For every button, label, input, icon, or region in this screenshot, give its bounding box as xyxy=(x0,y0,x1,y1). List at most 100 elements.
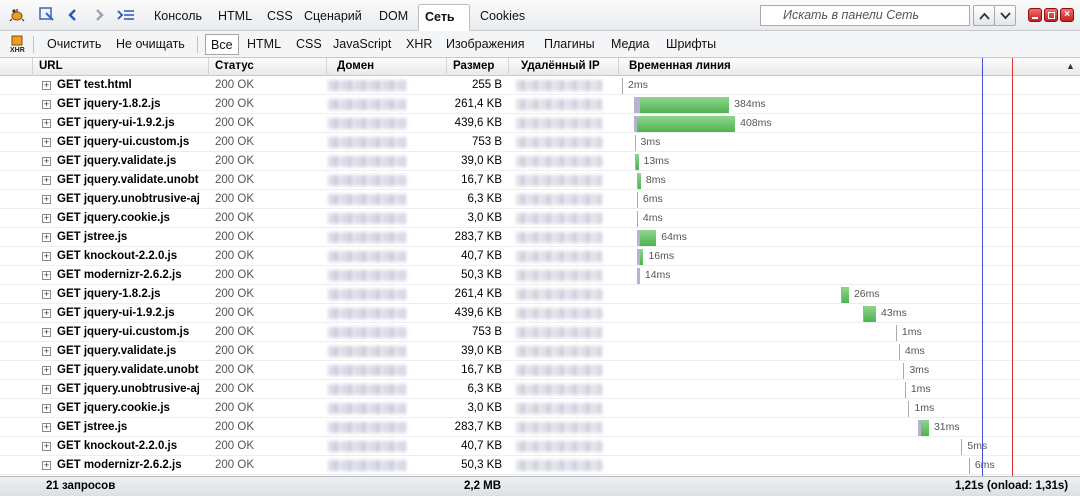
expand-icon[interactable]: + xyxy=(42,328,51,337)
request-url[interactable]: GET jquery.validate.unobtrusive.js xyxy=(57,171,199,190)
expand-icon[interactable]: + xyxy=(42,233,51,242)
expand-icon[interactable]: + xyxy=(42,347,51,356)
request-url[interactable]: GET jquery.cookie.js xyxy=(57,399,199,418)
request-url[interactable]: GET jquery-ui.custom.js xyxy=(57,323,199,342)
request-row[interactable]: + GET jquery-1.8.2.js 200 OK 261,4 KB 26ms xyxy=(0,285,1080,304)
request-row[interactable]: + GET modernizr-2.6.2.js 200 OK 50,3 KB 14ms xyxy=(0,266,1080,285)
request-row[interactable]: + GET jstree.js 200 OK 283,7 KB 31ms xyxy=(0,418,1080,437)
request-row[interactable]: + GET test.html 200 OK 255 B 2ms xyxy=(0,76,1080,95)
search-prev-button[interactable] xyxy=(973,5,995,26)
persist-button[interactable]: Не очищать xyxy=(111,34,190,55)
detach-icon[interactable] xyxy=(1044,8,1058,22)
request-url[interactable]: GET jquery-ui-1.9.2.js xyxy=(57,114,199,133)
request-url[interactable]: GET modernizr-2.6.2.js xyxy=(57,266,199,285)
column-domain[interactable]: Домен xyxy=(326,58,446,76)
expand-icon[interactable]: + xyxy=(42,385,51,394)
expand-icon[interactable]: + xyxy=(42,157,51,166)
request-url[interactable]: GET knockout-2.2.0.js xyxy=(57,247,199,266)
expand-icon[interactable]: + xyxy=(42,100,51,109)
back-arrow-icon[interactable] xyxy=(64,6,82,24)
expand-icon[interactable]: + xyxy=(42,423,51,432)
request-url[interactable]: GET jquery-1.8.2.js xyxy=(57,285,199,304)
request-url[interactable]: GET jquery-ui-1.9.2.js xyxy=(57,304,199,323)
inspect-icon[interactable] xyxy=(38,6,56,24)
request-row[interactable]: + GET jquery.validate.js 200 OK 39,0 KB 13ms xyxy=(0,152,1080,171)
request-url[interactable]: GET jquery.validate.js xyxy=(57,152,199,171)
request-url[interactable]: GET jstree.js xyxy=(57,418,199,437)
request-row[interactable]: + GET jquery.validate.unobtrusive.js 200 O… xyxy=(0,171,1080,190)
request-row[interactable]: + GET modernizr-2.6.2.js 200 OK 50,3 KB 6ms xyxy=(0,456,1080,475)
expand-icon[interactable]: + xyxy=(42,176,51,185)
tab-dom[interactable]: DOM xyxy=(373,4,414,28)
request-row[interactable]: + GET knockout-2.2.0.js 200 OK 40,7 KB 16ms xyxy=(0,247,1080,266)
expand-icon[interactable]: + xyxy=(42,461,51,470)
forward-arrow-icon[interactable] xyxy=(90,6,108,24)
column-url[interactable]: URL xyxy=(32,58,208,76)
expand-icon[interactable]: + xyxy=(42,81,51,90)
expand-icon[interactable]: + xyxy=(42,442,51,451)
filter-all[interactable]: Все xyxy=(205,34,239,55)
request-row[interactable]: + GET knockout-2.2.0.js 200 OK 40,7 KB 5ms xyxy=(0,437,1080,456)
request-row[interactable]: + GET jquery.validate.unobtrusive.js 200 O… xyxy=(0,361,1080,380)
request-url[interactable]: GET jquery.cookie.js xyxy=(57,209,199,228)
search-input[interactable]: Искать в панели Сеть xyxy=(760,5,970,26)
request-row[interactable]: + GET jquery-ui-1.9.2.js 200 OK 439,6 KB 43m… xyxy=(0,304,1080,323)
request-row[interactable]: + GET jquery.unobtrusive-ajax.js 200 OK 6,3… xyxy=(0,380,1080,399)
sort-ascending-icon[interactable]: ▲ xyxy=(1066,61,1075,71)
request-row[interactable]: + GET jquery-ui.custom.js 200 OK 753 B 1ms xyxy=(0,323,1080,342)
request-url[interactable]: GET knockout-2.2.0.js xyxy=(57,437,199,456)
expand-icon[interactable]: + xyxy=(42,366,51,375)
column-remote-ip[interactable]: Удалённый IP xyxy=(508,58,618,76)
request-url[interactable]: GET jquery-1.8.2.js xyxy=(57,95,199,114)
filter-media[interactable]: Медиа xyxy=(606,34,654,55)
filter-fonts[interactable]: Шрифты xyxy=(661,34,721,55)
filter-javascript[interactable]: JavaScript xyxy=(328,34,396,55)
expand-icon[interactable]: + xyxy=(42,252,51,261)
request-url[interactable]: GET jquery.validate.unobtrusive.js xyxy=(57,361,199,380)
expand-icon[interactable]: + xyxy=(42,195,51,204)
column-size[interactable]: Размер xyxy=(446,58,508,76)
expand-icon[interactable]: + xyxy=(42,138,51,147)
request-url[interactable]: GET jquery.unobtrusive-ajax.js xyxy=(57,380,199,399)
request-url[interactable]: GET modernizr-2.6.2.js xyxy=(57,456,199,475)
request-url[interactable]: GET jstree.js xyxy=(57,228,199,247)
request-row[interactable]: + GET jquery-ui-1.9.2.js 200 OK 439,6 KB 408… xyxy=(0,114,1080,133)
request-url[interactable]: GET test.html xyxy=(57,76,199,95)
request-row[interactable]: + GET jquery.validate.js 200 OK 39,0 KB 4ms xyxy=(0,342,1080,361)
tab-html[interactable]: HTML xyxy=(212,4,258,28)
expand-icon[interactable]: + xyxy=(42,119,51,128)
filter-images[interactable]: Изображения xyxy=(441,34,530,55)
tab-script[interactable]: Сценарий xyxy=(298,4,368,28)
filter-html[interactable]: HTML xyxy=(242,34,286,55)
request-row[interactable]: + GET jstree.js 200 OK 283,7 KB 64ms xyxy=(0,228,1080,247)
request-row[interactable]: + GET jquery-ui.custom.js 200 OK 753 B 3ms xyxy=(0,133,1080,152)
tab-net[interactable]: Сеть ▼ xyxy=(418,4,470,47)
clear-button[interactable]: Очистить xyxy=(42,34,106,55)
expand-icon[interactable]: + xyxy=(42,214,51,223)
filter-plugins[interactable]: Плагины xyxy=(539,34,600,55)
expand-icon[interactable]: + xyxy=(42,404,51,413)
expand-icon[interactable]: + xyxy=(42,309,51,318)
filter-css[interactable]: CSS xyxy=(291,34,327,55)
command-line-icon[interactable] xyxy=(117,6,135,24)
tab-cookies[interactable]: Cookies xyxy=(474,4,531,28)
column-timeline[interactable]: Временная линия xyxy=(618,58,1062,76)
expand-icon[interactable]: + xyxy=(42,271,51,280)
request-row[interactable]: + GET jquery.cookie.js 200 OK 3,0 KB 4ms xyxy=(0,209,1080,228)
firebug-menu-icon[interactable] xyxy=(8,6,26,24)
search-next-button[interactable] xyxy=(994,5,1016,26)
tab-css[interactable]: CSS xyxy=(261,4,299,28)
column-status[interactable]: Статус xyxy=(208,58,326,76)
request-url[interactable]: GET jquery.validate.js xyxy=(57,342,199,361)
request-row[interactable]: + GET jquery-1.8.2.js 200 OK 261,4 KB 384ms xyxy=(0,95,1080,114)
filter-xhr[interactable]: XHR xyxy=(401,34,437,55)
request-row[interactable]: + GET jquery.cookie.js 200 OK 3,0 KB 1ms xyxy=(0,399,1080,418)
tab-console[interactable]: Консоль xyxy=(148,4,208,28)
minimize-icon[interactable] xyxy=(1028,8,1042,22)
expand-icon[interactable]: + xyxy=(42,290,51,299)
xhr-spy-icon[interactable]: XHR xyxy=(8,35,26,53)
request-url[interactable]: GET jquery.unobtrusive-ajax.js xyxy=(57,190,199,209)
close-icon[interactable]: × xyxy=(1060,8,1074,22)
request-row[interactable]: + GET jquery.unobtrusive-ajax.js 200 OK 6,3… xyxy=(0,190,1080,209)
request-url[interactable]: GET jquery-ui.custom.js xyxy=(57,133,199,152)
